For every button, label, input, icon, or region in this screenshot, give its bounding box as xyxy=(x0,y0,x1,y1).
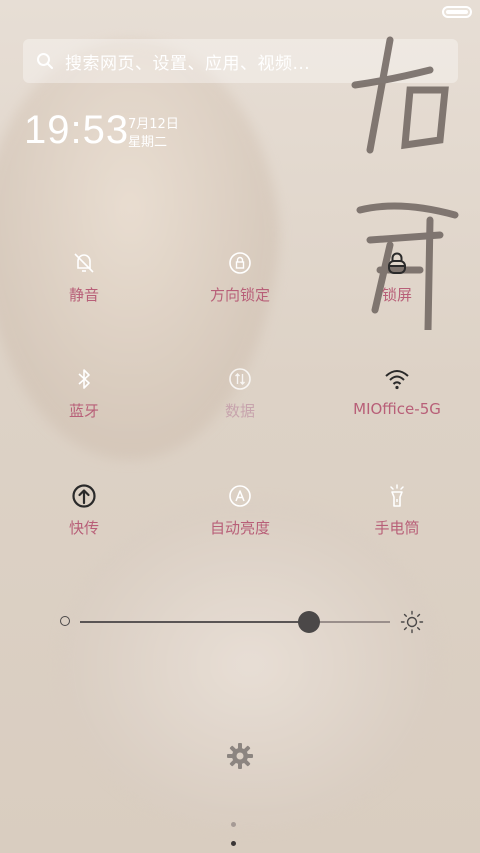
wifi-icon xyxy=(385,370,409,390)
tile-bluetooth[interactable]: 蓝牙 xyxy=(14,366,154,436)
clock-time: 19:53 xyxy=(24,108,130,152)
brightness-slider[interactable] xyxy=(60,606,424,638)
auto-brightness-icon xyxy=(229,485,251,507)
tile-label: 蓝牙 xyxy=(68,402,99,420)
date-label: 7月12日 xyxy=(128,117,179,132)
brightness-high-icon xyxy=(400,610,424,634)
clock-date: 7月12日 星期二 xyxy=(128,116,179,152)
page-dot xyxy=(231,841,236,846)
rotation-lock-icon xyxy=(229,252,251,274)
flashlight-icon xyxy=(390,484,404,507)
search-icon xyxy=(33,49,57,73)
page-indicator xyxy=(231,812,251,846)
bluetooth-icon xyxy=(78,369,90,389)
tile-quick-share[interactable]: 快传 xyxy=(14,483,154,553)
tile-label: 数据 xyxy=(224,402,255,420)
tile-mobile-data[interactable]: 数据 xyxy=(170,366,310,436)
settings-gear-icon[interactable] xyxy=(226,742,254,770)
search-placeholder: 搜索网页、设置、应用、视频... xyxy=(65,53,311,74)
tile-auto-brightness[interactable]: 自动亮度 xyxy=(170,483,310,553)
brightness-knob[interactable] xyxy=(298,611,321,633)
bell-off-icon xyxy=(74,253,94,273)
tile-label: 自动亮度 xyxy=(209,519,270,537)
tile-wifi[interactable]: MIOffice-5G xyxy=(327,366,467,436)
tile-lock-screen[interactable]: 锁屏 xyxy=(327,250,467,320)
tile-flashlight[interactable]: 手电筒 xyxy=(327,483,467,553)
tile-rotation-lock[interactable]: 方向锁定 xyxy=(170,250,310,320)
status-bar xyxy=(0,0,480,26)
tile-label: 静音 xyxy=(68,286,99,304)
page-dot xyxy=(231,822,236,827)
tile-label: 方向锁定 xyxy=(209,286,270,304)
tile-mute[interactable]: 静音 xyxy=(14,250,154,320)
lock-icon xyxy=(388,252,406,274)
brightness-fill xyxy=(80,621,310,623)
brightness-low-icon xyxy=(60,616,70,626)
tile-label: 快传 xyxy=(68,519,99,537)
tile-label: 手电筒 xyxy=(374,519,420,537)
mobile-data-icon xyxy=(229,368,251,390)
battery-icon xyxy=(442,6,472,18)
tile-label: MIOffice-5G xyxy=(353,400,441,418)
weekday-label: 星期二 xyxy=(128,135,168,150)
quick-share-icon xyxy=(72,484,96,508)
tile-label: 锁屏 xyxy=(381,286,412,304)
